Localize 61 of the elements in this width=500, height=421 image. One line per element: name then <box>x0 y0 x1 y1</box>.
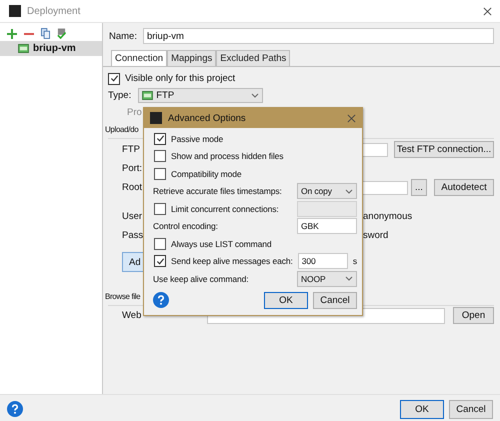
field-label: Use keep alive command: <box>153 274 248 284</box>
checkbox[interactable] <box>108 72 120 84</box>
checkbox-label: Show and process hidden files <box>171 151 284 162</box>
checkbox[interactable] <box>154 168 166 180</box>
copy-icon[interactable] <box>41 28 50 39</box>
autodetect-button[interactable]: Autodetect <box>434 179 494 196</box>
checkbox-label: Compatibility mode <box>171 168 242 179</box>
dropdown[interactable]: On copy <box>297 183 357 200</box>
field-label: Root <box>122 182 142 193</box>
checkbox-label: Passive mode <box>171 134 224 144</box>
tab[interactable]: Mappings <box>167 50 216 66</box>
close-icon[interactable] <box>483 6 492 16</box>
add-icon[interactable] <box>7 28 17 38</box>
checkbox-label: Limit concurrent connections: <box>171 204 279 214</box>
hint-text: Pro <box>126 107 142 118</box>
open-button[interactable]: Open <box>453 307 494 324</box>
checkbox-label: Send keep alive messages each: <box>171 256 293 266</box>
field-label: FTP <box>122 144 140 155</box>
dialog-button[interactable]: OK <box>400 400 444 418</box>
section-title: Upload/do <box>105 125 138 134</box>
app-icon <box>9 5 21 17</box>
field-label: Port: <box>122 163 142 174</box>
default-server-icon[interactable] <box>57 28 66 39</box>
field-label: Pass <box>122 230 144 241</box>
dialog-button[interactable]: Cancel <box>313 292 357 308</box>
test-connection-button[interactable]: Test FTP connection... <box>394 141 494 158</box>
checkbox-label: Always use LIST command <box>171 238 272 249</box>
checkbox-label: sword <box>363 230 388 241</box>
section-title: Browse file <box>105 292 140 301</box>
checkbox[interactable] <box>154 132 166 145</box>
checkbox[interactable] <box>154 150 166 162</box>
checkbox[interactable] <box>154 255 166 268</box>
field-label: Type: <box>108 90 132 101</box>
name-field[interactable]: briup-vm <box>142 28 494 44</box>
field-label: User <box>122 211 142 222</box>
caret-icon <box>345 188 353 194</box>
field-label: Control encoding: <box>153 221 218 232</box>
checkbox[interactable] <box>154 238 166 250</box>
dialog-title: Advanced Options <box>168 112 247 124</box>
field-label: Web <box>122 310 142 321</box>
caret-icon <box>251 93 260 98</box>
help-icon[interactable] <box>7 401 23 417</box>
tree-item[interactable]: briup-vm <box>0 41 102 56</box>
browse-button[interactable]: ... <box>411 179 427 196</box>
unit-label: s <box>352 256 357 266</box>
app-icon <box>150 112 162 124</box>
input-field[interactable]: GBK <box>297 218 357 234</box>
help-icon[interactable] <box>153 292 169 308</box>
caret-icon <box>345 276 353 282</box>
tab[interactable]: Excluded Paths <box>216 50 290 66</box>
field-label: Name: <box>109 30 137 42</box>
dialog-button[interactable]: Cancel <box>449 400 493 418</box>
window-title: Deployment <box>27 6 82 16</box>
dialog-button[interactable]: OK <box>264 292 308 308</box>
tab[interactable]: Connection <box>111 50 168 66</box>
input-field[interactable]: 300 <box>298 253 348 270</box>
dropdown[interactable]: NOOP <box>297 270 357 287</box>
checkbox-label: Visible only for this project <box>125 73 236 84</box>
type-dropdown[interactable]: FTP <box>138 88 264 103</box>
checkbox-label: anonymous <box>363 211 412 222</box>
field-label: Retrieve accurate files timestamps: <box>153 186 282 196</box>
